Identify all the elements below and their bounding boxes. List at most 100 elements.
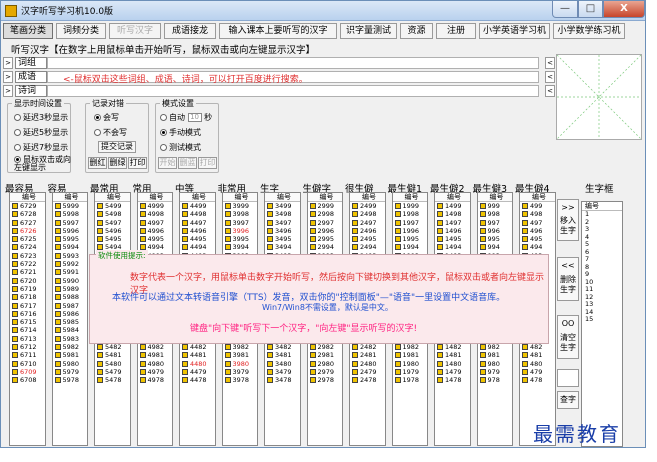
checkbox-icon[interactable] bbox=[54, 252, 61, 259]
checkbox-icon[interactable] bbox=[479, 227, 486, 234]
list-item[interactable]: 3482 bbox=[265, 343, 300, 351]
list-item[interactable]: 6717 bbox=[10, 302, 45, 310]
checkbox-icon[interactable] bbox=[394, 368, 401, 375]
checkbox-icon[interactable] bbox=[182, 352, 188, 359]
checkbox-icon[interactable] bbox=[224, 227, 231, 234]
list-item[interactable]: 5496 bbox=[95, 227, 130, 235]
submit-record-button[interactable]: 提交记录 bbox=[98, 141, 136, 153]
list-item[interactable]: 5985 bbox=[53, 318, 88, 326]
list-item[interactable]: 1996 bbox=[393, 227, 428, 235]
checkbox-icon[interactable] bbox=[12, 227, 18, 234]
list-item[interactable]: 2494 bbox=[350, 243, 385, 251]
menu-stroke-category[interactable]: 笔画分类 bbox=[3, 23, 53, 39]
poem-field[interactable] bbox=[47, 85, 539, 97]
delete-red-button[interactable]: 删红 bbox=[88, 157, 107, 169]
list-item[interactable]: 979 bbox=[478, 368, 513, 376]
checkbox-icon[interactable] bbox=[12, 294, 18, 301]
checkbox-icon[interactable] bbox=[394, 377, 401, 384]
checkbox-icon[interactable] bbox=[522, 211, 528, 218]
list-item[interactable]: 5997 bbox=[53, 219, 88, 227]
checkbox-icon[interactable] bbox=[267, 368, 273, 375]
clear-words-button[interactable]: OO 清空生字 bbox=[557, 315, 579, 359]
checkbox-icon[interactable] bbox=[394, 244, 401, 251]
checkbox-icon[interactable] bbox=[54, 368, 61, 375]
checkbox-icon[interactable] bbox=[522, 368, 528, 375]
checkbox-icon[interactable] bbox=[522, 344, 528, 351]
list-item[interactable]: 6708 bbox=[10, 376, 45, 384]
checkbox-icon[interactable] bbox=[309, 203, 316, 209]
checkbox-icon[interactable] bbox=[54, 302, 61, 309]
checkbox-icon[interactable] bbox=[267, 236, 273, 243]
checkbox-icon[interactable] bbox=[139, 236, 146, 243]
checkbox-icon[interactable] bbox=[352, 344, 358, 351]
list-item[interactable]: 5993 bbox=[53, 252, 88, 260]
checkbox-icon[interactable] bbox=[267, 203, 273, 209]
list-item[interactable]: 5987 bbox=[53, 302, 88, 310]
list-item[interactable]: 4478 bbox=[180, 376, 215, 384]
checkbox-icon[interactable] bbox=[12, 319, 18, 326]
list-item[interactable]: 3995 bbox=[223, 235, 258, 243]
checkbox-icon[interactable] bbox=[224, 211, 231, 218]
list-item[interactable]: 6710 bbox=[10, 360, 45, 368]
start-button[interactable]: 开始 bbox=[158, 157, 177, 169]
checkbox-icon[interactable] bbox=[309, 219, 316, 226]
checkbox-icon[interactable] bbox=[54, 227, 61, 234]
poem-prev-button[interactable]: > bbox=[3, 85, 13, 97]
list-item[interactable]: 2999 bbox=[308, 202, 343, 210]
list-item[interactable]: 496 bbox=[520, 227, 555, 235]
list-item[interactable]: 4999 bbox=[138, 202, 173, 210]
checkbox-icon[interactable] bbox=[394, 360, 401, 367]
list-item[interactable]: 2496 bbox=[350, 227, 385, 235]
list-item[interactable]: 5479 bbox=[95, 368, 130, 376]
checkbox-icon[interactable] bbox=[139, 227, 146, 234]
list-item[interactable]: 6721 bbox=[10, 268, 45, 276]
checkbox-icon[interactable] bbox=[437, 352, 443, 359]
list-item[interactable]: 3981 bbox=[223, 351, 258, 359]
checkbox-icon[interactable] bbox=[267, 352, 273, 359]
checkbox-icon[interactable] bbox=[479, 244, 486, 251]
checkbox-icon[interactable] bbox=[139, 360, 146, 367]
list-item[interactable]: 1495 bbox=[435, 235, 470, 243]
checkbox-icon[interactable] bbox=[54, 310, 61, 317]
list-item[interactable]: 2980 bbox=[308, 360, 343, 368]
list-item[interactable]: 4480 bbox=[180, 360, 215, 368]
checkbox-icon[interactable] bbox=[309, 360, 316, 367]
list-item[interactable]: 4499 bbox=[180, 202, 215, 210]
checkbox-icon[interactable] bbox=[522, 352, 528, 359]
list-item[interactable]: 3498 bbox=[265, 210, 300, 218]
list-item[interactable]: 6728 bbox=[10, 210, 45, 218]
checkbox-icon[interactable] bbox=[437, 244, 443, 251]
list-item[interactable]: 6729 bbox=[10, 202, 45, 210]
list-item[interactable]: 3496 bbox=[265, 227, 300, 235]
list-item[interactable]: 494 bbox=[520, 243, 555, 251]
list-item[interactable]: 5498 bbox=[95, 210, 130, 218]
list-item[interactable]: 995 bbox=[478, 235, 513, 243]
list-item[interactable]: 994 bbox=[478, 243, 513, 251]
checkbox-icon[interactable] bbox=[352, 219, 358, 226]
checkbox-icon[interactable] bbox=[139, 211, 146, 218]
checkbox-icon[interactable] bbox=[182, 227, 188, 234]
list-item[interactable]: 1482 bbox=[435, 343, 470, 351]
list-item[interactable]: 996 bbox=[478, 227, 513, 235]
checkbox-icon[interactable] bbox=[437, 219, 443, 226]
list-item[interactable]: 6716 bbox=[10, 310, 45, 318]
list-item[interactable]: 4494 bbox=[180, 243, 215, 251]
checkbox-icon[interactable] bbox=[394, 352, 401, 359]
checkbox-icon[interactable] bbox=[182, 244, 188, 251]
list-item[interactable]: 4996 bbox=[138, 227, 173, 235]
checkbox-icon[interactable] bbox=[224, 203, 231, 209]
list-item[interactable]: 3997 bbox=[223, 219, 258, 227]
list-item[interactable]: 6722 bbox=[10, 260, 45, 268]
checkbox-icon[interactable] bbox=[54, 352, 61, 359]
list-item[interactable]: 5995 bbox=[53, 235, 88, 243]
checkbox-icon[interactable] bbox=[479, 377, 486, 384]
list-item[interactable]: 2478 bbox=[350, 376, 385, 384]
checkbox-icon[interactable] bbox=[352, 236, 358, 243]
list-item[interactable]: 4498 bbox=[180, 210, 215, 218]
list-item[interactable]: 3979 bbox=[223, 368, 258, 376]
checkbox-icon[interactable] bbox=[182, 203, 188, 209]
list-item[interactable]: 3994 bbox=[223, 243, 258, 251]
checkbox-icon[interactable] bbox=[394, 211, 401, 218]
checkbox-icon[interactable] bbox=[139, 352, 146, 359]
checkbox-icon[interactable] bbox=[54, 244, 61, 251]
